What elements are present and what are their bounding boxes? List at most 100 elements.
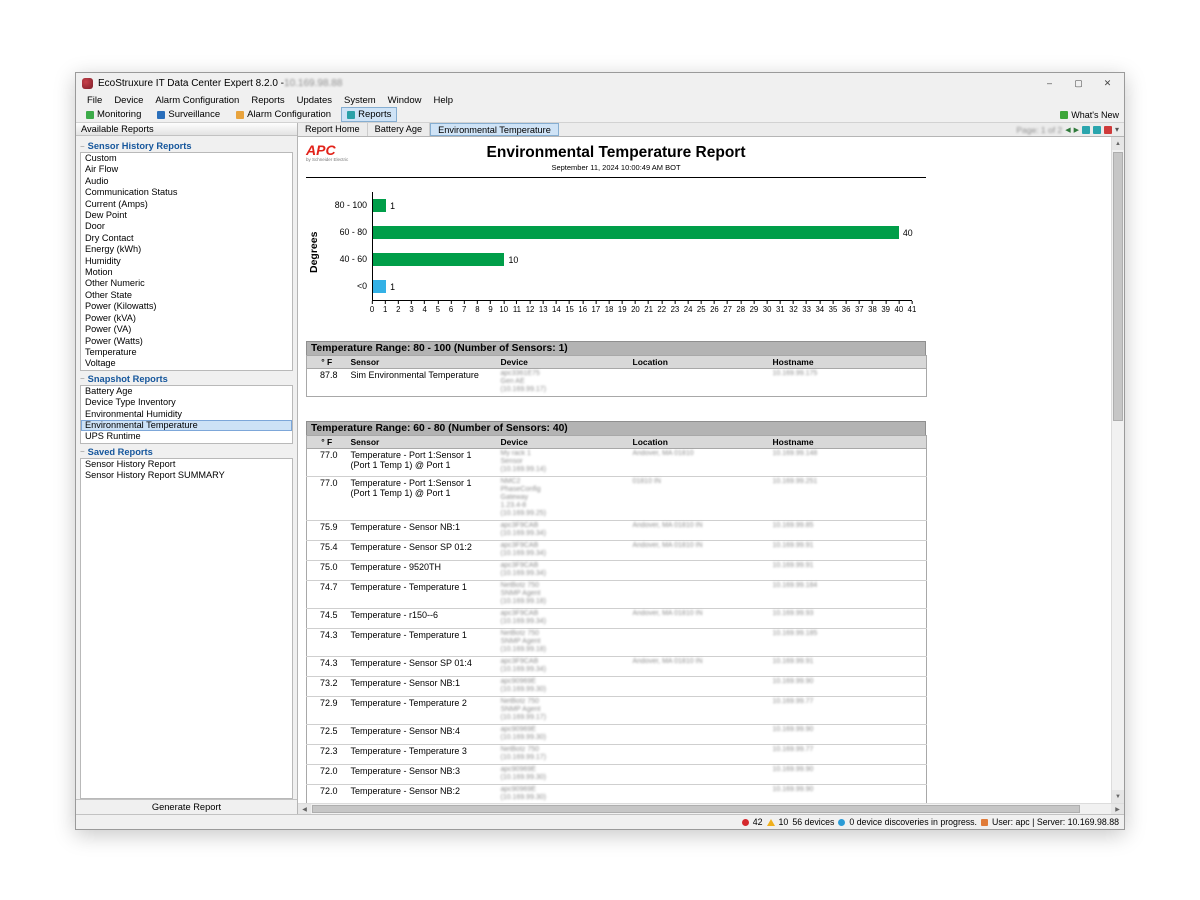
report-item-device-type-inventory[interactable]: Device Type Inventory bbox=[81, 397, 292, 408]
table-header-row: ° FSensorDeviceLocationHostname bbox=[307, 356, 927, 369]
chart-x-tick: 10 bbox=[499, 301, 508, 314]
tab-environmental-temperature[interactable]: Environmental Temperature bbox=[430, 123, 559, 136]
section-title-sensor-history-reports[interactable]: −Sensor History Reports bbox=[80, 141, 293, 151]
cell-sensor: Temperature - Sensor SP 01:2 bbox=[347, 541, 497, 561]
export-report-icon[interactable] bbox=[1082, 126, 1090, 134]
report-item-power-kilowatts[interactable]: Power (Kilowatts) bbox=[81, 301, 292, 312]
chart-x-tick: 35 bbox=[829, 301, 838, 314]
tick-label: 10 bbox=[499, 305, 508, 314]
perspective-toolbar: Monitoring Surveillance Alarm Configuratio… bbox=[76, 107, 1124, 123]
report-item-battery-age[interactable]: Battery Age bbox=[81, 386, 292, 397]
report-item-power-watts[interactable]: Power (Watts) bbox=[81, 336, 292, 347]
report-item-sensor-history-report[interactable]: Sensor History Report bbox=[81, 459, 292, 470]
status-bar: 421056 devices0 device discoveries in pr… bbox=[76, 814, 1124, 829]
report-item-temperature[interactable]: Temperature bbox=[81, 347, 292, 358]
report-item-power-kva[interactable]: Power (kVA) bbox=[81, 313, 292, 324]
menu-updates[interactable]: Updates bbox=[291, 95, 338, 106]
generate-report-button[interactable]: Generate Report bbox=[76, 799, 297, 814]
report-item-communication-status[interactable]: Communication Status bbox=[81, 187, 292, 198]
report-item-energy-kwh[interactable]: Energy (kWh) bbox=[81, 244, 292, 255]
tab-battery-age[interactable]: Battery Age bbox=[368, 123, 431, 136]
report-item-power-va[interactable]: Power (VA) bbox=[81, 324, 292, 335]
menu-file[interactable]: File bbox=[81, 95, 108, 106]
close-button[interactable]: ✕ bbox=[1093, 74, 1122, 92]
cell-location bbox=[629, 677, 769, 697]
discovery-status: 0 device discoveries in progress. bbox=[849, 817, 977, 827]
tick-mark bbox=[806, 301, 807, 304]
cell-device: NetBotz 750 SNMP Agent (10.169.99.17) bbox=[497, 697, 629, 725]
chart-x-axis-ticks: 0123456789101112131415161718192021222324… bbox=[372, 301, 912, 317]
section-title-saved-reports[interactable]: −Saved Reports bbox=[80, 447, 293, 457]
perspective-reports[interactable]: Reports bbox=[341, 107, 397, 122]
next-page-button[interactable]: ▶ bbox=[1074, 126, 1079, 134]
scroll-down-button[interactable]: ▼ bbox=[1112, 790, 1124, 803]
scroll-left-button[interactable]: ◀ bbox=[298, 804, 311, 814]
chart-x-tick: 40 bbox=[894, 301, 903, 314]
report-item-environmental-humidity[interactable]: Environmental Humidity bbox=[81, 409, 292, 420]
report-item-current-amps[interactable]: Current (Amps) bbox=[81, 199, 292, 210]
print-report-icon[interactable] bbox=[1093, 126, 1101, 134]
hscroll-track[interactable] bbox=[311, 804, 1111, 814]
report-item-other-state[interactable]: Other State bbox=[81, 290, 292, 301]
menu-reports[interactable]: Reports bbox=[245, 95, 290, 106]
delete-report-icon[interactable] bbox=[1104, 126, 1112, 134]
maximize-button[interactable]: ▢ bbox=[1064, 74, 1093, 92]
report-item-environmental-temperature[interactable]: Environmental Temperature bbox=[81, 420, 292, 431]
cell-temperature: 74.7 bbox=[307, 581, 347, 609]
minimize-button[interactable]: – bbox=[1035, 74, 1064, 92]
cell-sensor: Temperature - Sensor NB:1 bbox=[347, 677, 497, 697]
hscroll-thumb[interactable] bbox=[312, 805, 1080, 813]
critical-alarms-icon[interactable] bbox=[742, 819, 749, 826]
report-item-dry-contact[interactable]: Dry Contact bbox=[81, 233, 292, 244]
menu-help[interactable]: Help bbox=[427, 95, 459, 106]
perspective-alarm-configuration[interactable]: Alarm Configuration bbox=[230, 107, 337, 122]
menu-device[interactable]: Device bbox=[108, 95, 149, 106]
report-item-dew-point[interactable]: Dew Point bbox=[81, 210, 292, 221]
vscroll-thumb[interactable] bbox=[1113, 152, 1123, 421]
collapse-icon: − bbox=[80, 374, 85, 383]
scroll-up-button[interactable]: ▲ bbox=[1112, 137, 1124, 150]
apc-logo-subtext: by Schneider Electric bbox=[306, 157, 348, 162]
prev-page-button[interactable]: ◀ bbox=[1065, 126, 1070, 134]
vertical-scrollbar[interactable]: ▲ ▼ bbox=[1111, 137, 1124, 803]
table-row: 72.3Temperature - Temperature 3NetBotz 7… bbox=[307, 745, 927, 765]
report-item-sensor-history-report-summary[interactable]: Sensor History Report SUMMARY bbox=[81, 470, 292, 481]
report-item-humidity[interactable]: Humidity bbox=[81, 256, 292, 267]
menu-system[interactable]: System bbox=[338, 95, 382, 106]
cell-location: Andover, MA 01810 IN bbox=[629, 657, 769, 677]
report-item-voltage[interactable]: Voltage bbox=[81, 358, 292, 369]
menu-window[interactable]: Window bbox=[382, 95, 428, 106]
tick-label: 13 bbox=[539, 305, 548, 314]
perspective-surveillance[interactable]: Surveillance bbox=[151, 107, 226, 122]
cell-location bbox=[629, 785, 769, 804]
report-item-ups-runtime[interactable]: UPS Runtime bbox=[81, 431, 292, 442]
tick-label: 4 bbox=[423, 305, 427, 314]
cell-temperature: 77.0 bbox=[307, 477, 347, 521]
menu-alarm-configuration[interactable]: Alarm Configuration bbox=[149, 95, 245, 106]
scroll-right-button[interactable]: ▶ bbox=[1111, 804, 1124, 814]
report-item-other-numeric[interactable]: Other Numeric bbox=[81, 278, 292, 289]
warning-alarms-icon[interactable] bbox=[767, 819, 775, 826]
report-item-motion[interactable]: Motion bbox=[81, 267, 292, 278]
report-item-custom[interactable]: Custom bbox=[81, 153, 292, 164]
chart-x-tick: 25 bbox=[697, 301, 706, 314]
report-item-door[interactable]: Door bbox=[81, 221, 292, 232]
whats-new-button[interactable]: What's New bbox=[1060, 110, 1124, 120]
perspective-monitoring[interactable]: Monitoring bbox=[80, 107, 147, 122]
tick-label: 23 bbox=[671, 305, 680, 314]
cell-temperature: 75.4 bbox=[307, 541, 347, 561]
chart-x-tick: 3 bbox=[409, 301, 413, 314]
tab-report-home[interactable]: Report Home bbox=[298, 123, 368, 136]
cell-temperature: 73.2 bbox=[307, 677, 347, 697]
section-title-snapshot-reports[interactable]: −Snapshot Reports bbox=[80, 374, 293, 384]
tick-mark bbox=[503, 301, 504, 304]
cell-device: apc90969E (10.169.99.30) bbox=[497, 677, 629, 697]
chart-x-tick: 11 bbox=[513, 301, 521, 314]
chart-category-label: <0 bbox=[320, 273, 372, 300]
report-item-audio[interactable]: Audio bbox=[81, 176, 292, 187]
horizontal-scrollbar[interactable]: ◀ ▶ bbox=[298, 803, 1124, 814]
title-bar[interactable]: EcoStruxure IT Data Center Expert 8.2.0 … bbox=[76, 73, 1124, 93]
report-item-air-flow[interactable]: Air Flow bbox=[81, 164, 292, 175]
view-menu-icon[interactable]: ▾ bbox=[1115, 125, 1119, 134]
vscroll-track[interactable] bbox=[1112, 150, 1124, 790]
